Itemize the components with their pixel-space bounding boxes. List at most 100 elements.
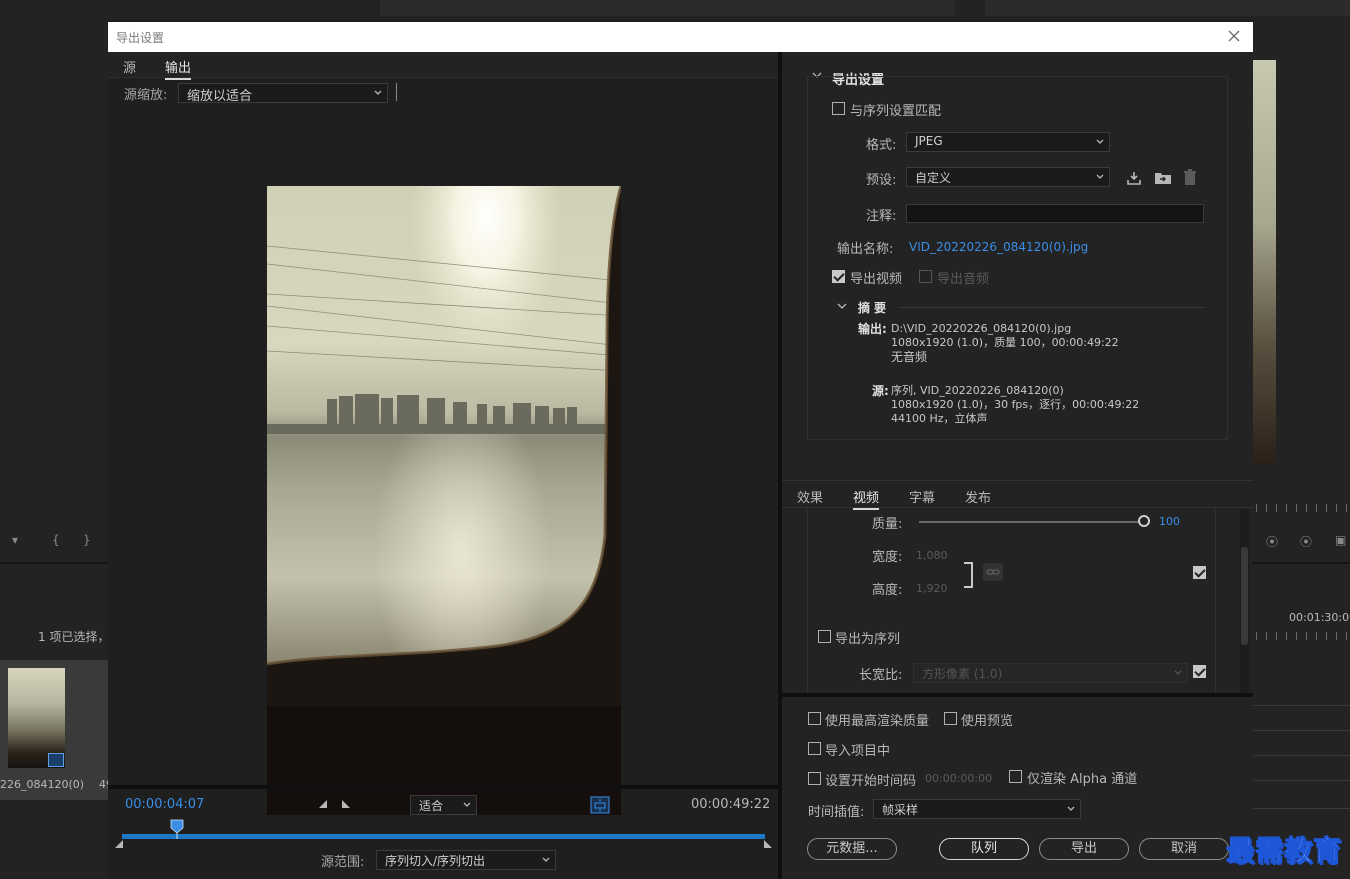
out-point-icon[interactable]: } [83,533,91,547]
max-render-quality-checkbox[interactable] [808,712,821,725]
tab-effects[interactable]: 效果 [797,487,823,506]
tab-captions[interactable]: 字幕 [909,487,935,506]
set-start-timecode-label: 设置开始时间码 [825,774,917,789]
preview-tabs: 源 输出 [108,52,778,80]
program-monitor-thumb [1253,60,1276,465]
aspect-label: 长宽比: [859,668,903,683]
timeline-track-line [1253,705,1350,706]
summary-output-path: D:\VID_20220226_084120(0).jpg [891,322,1072,335]
chevron-down-icon [1067,806,1075,811]
render-alpha-only-checkbox[interactable] [1009,770,1022,783]
current-timecode[interactable]: 00:00:04:07 [125,797,204,812]
panel-divider-right [1253,562,1350,564]
match-sequence-label: 与序列设置匹配 [850,104,942,119]
dimension-link-bracket [964,562,973,588]
import-preset-icon[interactable] [1154,170,1172,186]
settings-panel: 导出设置 与序列设置匹配 格式: JPEG 预设: 自定义 注释: 输出名称: … [782,52,1253,879]
chevron-down-icon [463,802,471,807]
source-range-dropdown[interactable]: 序列切入/序列切出 [376,850,556,870]
match-sequence-checkbox[interactable] [832,102,845,115]
export-audio-checkbox[interactable] [919,270,932,283]
preset-label: 预设: [866,173,897,188]
import-into-project-checkbox[interactable] [808,742,821,755]
quality-value[interactable]: 100 [1159,515,1180,528]
set-start-timecode-checkbox[interactable] [808,772,821,785]
timeline-track-line [1253,755,1350,756]
format-value: JPEG [915,134,943,148]
step-back-icon[interactable] [317,798,329,810]
divider [900,307,1204,308]
divider [108,785,778,789]
playhead-icon[interactable] [170,819,184,839]
tab-output[interactable]: 输出 [165,57,192,80]
source-scale-value: 缩放以适合 [187,89,253,104]
delete-preset-icon[interactable] [1183,169,1197,186]
app-top-bar [0,0,1350,20]
close-icon[interactable] [1225,27,1243,45]
save-preset-icon[interactable] [1126,170,1142,186]
format-label: 格式: [866,138,897,153]
time-interpolation-value: 帧采样 [882,803,919,817]
output-name-link[interactable]: VID_20220226_084120(0).jpg [909,240,1088,254]
program-ruler [1256,504,1350,512]
time-interpolation-dropdown[interactable]: 帧采样 [873,799,1081,819]
use-preview-checkbox[interactable] [944,712,957,725]
panel-divider [0,562,108,564]
out-point-marker-icon[interactable] [763,839,773,849]
export-video-checkbox[interactable] [832,270,845,283]
dialog-title-bar: 导出设置 [108,22,1253,52]
export-video-label: 导出视频 [850,272,903,287]
link-dimensions-icon[interactable] [983,563,1003,581]
summary-output-audio: 无音频 [891,350,928,364]
export-as-sequence-label: 导出为序列 [835,632,901,647]
timeline-scrubber[interactable] [122,834,765,839]
source-scale-label: 源缩放: [124,88,168,103]
timeline-ruler [1256,632,1350,640]
source-scale-dropdown[interactable]: 缩放以适合 [178,83,388,104]
summary-source-name: 序列, VID_20220226_084120(0) [891,384,1064,397]
tab-source[interactable]: 源 [123,57,136,76]
source-range-label: 源范围: [321,855,365,870]
chevron-down-icon [1096,139,1104,144]
output-name-label: 输出名称: [837,242,894,257]
export-audio-label: 导出音频 [937,272,990,287]
settings-tabs: 效果 视频 字幕 发布 [782,480,1253,510]
metadata-button[interactable]: 元数据... [807,838,897,860]
aspect-correction-icon[interactable] [590,796,610,814]
fit-dropdown[interactable]: 适合 [410,795,477,815]
divider [396,83,397,101]
summary-heading: 摘要 [858,301,891,315]
extract-icon[interactable]: ⦿ [1300,533,1312,550]
match-source-checkbox[interactable] [1193,566,1206,579]
marker-icon[interactable]: ▾ [12,533,18,547]
chevron-down-icon [542,857,550,862]
aspect-dropdown[interactable]: 方形像素 (1.0) [913,663,1188,683]
lift-icon[interactable]: ⦿ [1266,533,1278,550]
camera-icon[interactable]: ▣ [1335,533,1346,547]
video-scrollbar-thumb[interactable] [1241,547,1248,645]
queue-button[interactable]: 队列 [939,838,1029,860]
quality-slider-track[interactable] [919,521,1145,523]
in-point-icon[interactable]: { [52,533,60,547]
quality-slider-handle[interactable] [1138,515,1150,527]
format-dropdown[interactable]: JPEG [906,132,1110,152]
width-label: 宽度: [872,550,903,565]
tab-publish[interactable]: 发布 [965,487,991,506]
render-alpha-only-label: 仅渲染 Alpha 通道 [1027,772,1138,787]
time-interpolation-label: 时间插值: [808,805,865,820]
cancel-button[interactable]: 取消 [1139,838,1229,860]
height-value: 1,920 [916,582,948,595]
export-as-sequence-checkbox[interactable] [818,630,831,643]
preview-area [108,108,778,815]
summary-collapse-icon[interactable] [837,302,847,310]
chevron-down-icon [1096,174,1104,179]
preset-value: 自定义 [915,171,952,185]
aspect-match-checkbox[interactable] [1193,665,1206,678]
comment-input[interactable] [906,204,1204,223]
preview-panel: 源 输出 源缩放: 缩放以适合 00:00:04:07 适合 00:00:49:… [108,52,778,879]
export-button[interactable]: 导出 [1039,838,1129,860]
preset-dropdown[interactable]: 自定义 [906,167,1110,187]
tab-video[interactable]: 视频 [853,487,880,510]
step-forward-icon[interactable] [340,798,352,810]
in-point-marker-icon[interactable] [114,839,124,849]
